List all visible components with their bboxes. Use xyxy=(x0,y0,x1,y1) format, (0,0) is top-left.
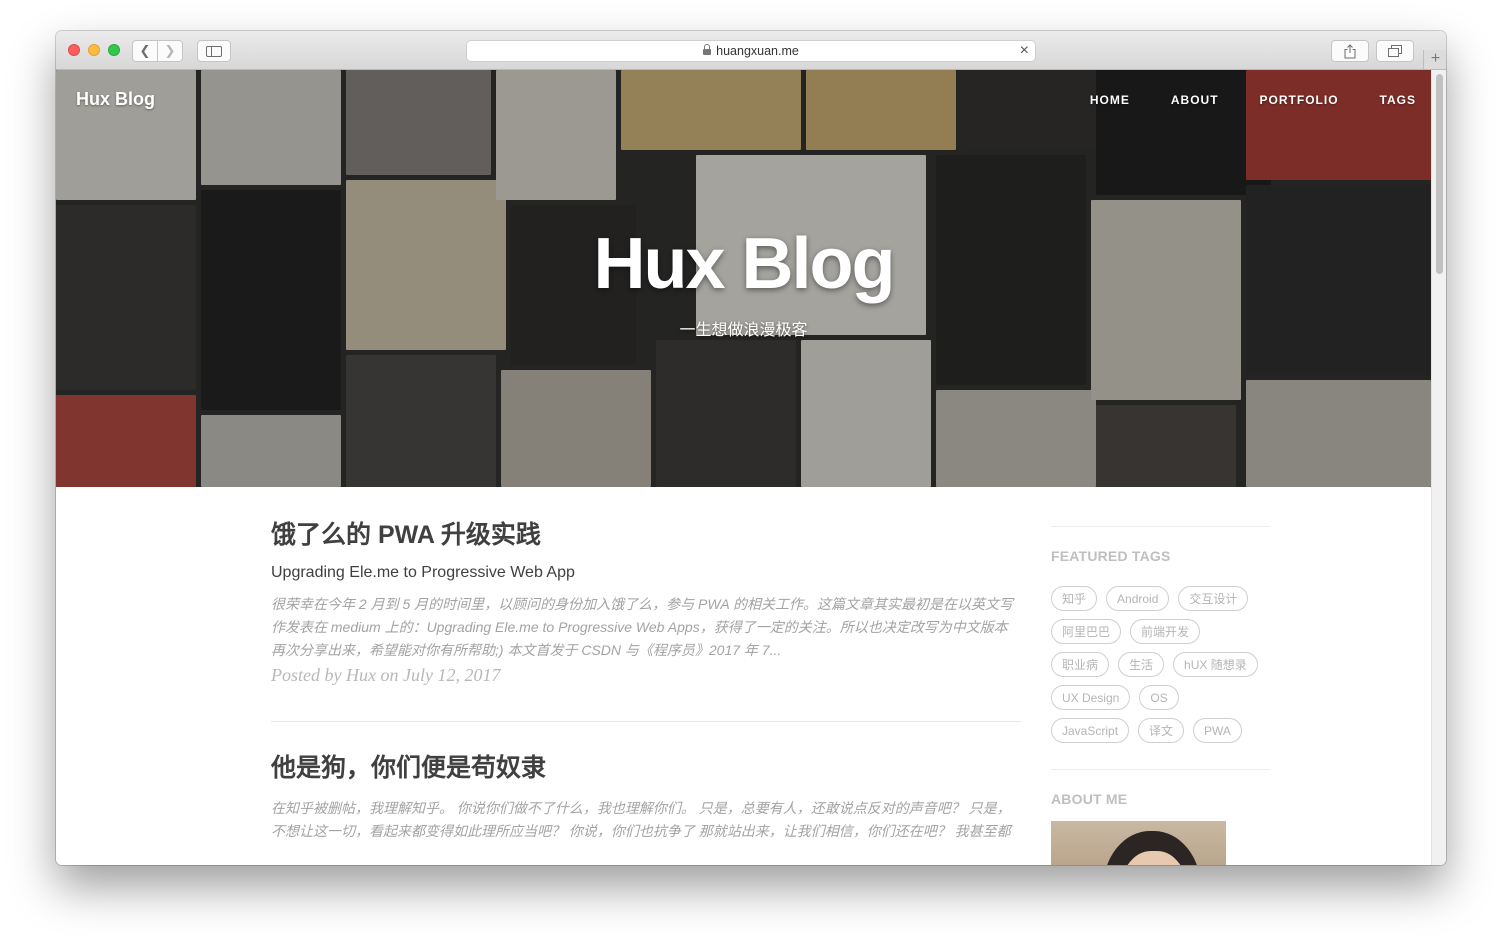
show-tabs-button[interactable] xyxy=(1376,40,1414,62)
post-preview[interactable]: 他是狗，你们便是苟奴隶 在知乎被删帖，我理解知乎。 你说你们做不了什么，我也理解… xyxy=(271,751,1021,843)
page-scrollbar[interactable] xyxy=(1431,70,1446,865)
tag-link[interactable]: 职业病 xyxy=(1051,652,1110,677)
avatar xyxy=(1051,821,1226,865)
sidebar-toggle-button[interactable] xyxy=(197,40,231,62)
tag-link[interactable]: hUX 随想录 xyxy=(1173,652,1258,677)
new-tab-button[interactable]: + xyxy=(1423,50,1446,69)
tag-link[interactable]: 生活 xyxy=(1118,652,1165,677)
close-icon[interactable]: × xyxy=(1020,43,1029,59)
tabs-icon xyxy=(1388,45,1402,57)
address-bar[interactable]: huangxuan.me × xyxy=(466,40,1036,62)
tag-link[interactable]: 前端开发 xyxy=(1130,619,1201,644)
tag-link[interactable]: UX Design xyxy=(1051,685,1131,710)
post-subtitle[interactable]: Upgrading Ele.me to Progressive Web App xyxy=(271,562,1021,584)
forward-button[interactable]: ❯ xyxy=(157,40,183,62)
chevron-left-icon: ❮ xyxy=(139,43,151,58)
post-excerpt: 在知乎被删帖，我理解知乎。 你说你们做不了什么，我也理解你们。 只是，总要有人，… xyxy=(271,800,1011,839)
url-text: huangxuan.me xyxy=(716,44,799,58)
featured-tags-heading: FEATURED TAGS xyxy=(1051,548,1171,564)
tag-link[interactable]: PWA xyxy=(1193,718,1242,743)
page-viewport: Hux Blog HOME ABOUT PORTFOLIO TAGS Hux B… xyxy=(56,70,1446,865)
tag-link[interactable]: 译文 xyxy=(1138,718,1185,743)
share-button[interactable] xyxy=(1331,40,1369,62)
tag-link[interactable]: 阿里巴巴 xyxy=(1051,619,1122,644)
minimize-window-button[interactable] xyxy=(88,44,100,56)
tag-link[interactable]: Android xyxy=(1106,586,1170,611)
post-divider xyxy=(271,721,1021,722)
scrollbar-thumb[interactable] xyxy=(1436,74,1443,274)
plus-icon: + xyxy=(1430,50,1441,67)
sidebar-divider xyxy=(1051,526,1270,527)
nav-about[interactable]: ABOUT xyxy=(1171,93,1219,107)
chevron-right-icon: ❯ xyxy=(164,43,176,58)
back-button[interactable]: ❮ xyxy=(132,40,158,62)
post-title[interactable]: 饿了么的 PWA 升级实践 xyxy=(271,518,1021,552)
post-list: 饿了么的 PWA 升级实践 Upgrading Ele.me to Progre… xyxy=(271,518,1021,843)
share-icon xyxy=(1344,43,1356,58)
tag-link[interactable]: OS xyxy=(1139,685,1179,710)
tag-link[interactable]: 交互设计 xyxy=(1178,586,1249,611)
sidebar-divider xyxy=(1051,769,1270,770)
top-navigation: HOME ABOUT PORTFOLIO TAGS xyxy=(1049,93,1416,107)
hero-subtitle: 一生想做浪漫极客 xyxy=(679,322,808,339)
sidebar: FEATURED TAGS 知乎 Android 交互设计 阿里巴巴 前端开发 … xyxy=(1051,526,1270,865)
site-brand-link[interactable]: Hux Blog xyxy=(76,89,155,110)
browser-toolbar: ❮ ❯ huangxuan.me × + xyxy=(56,31,1446,70)
tag-link[interactable]: JavaScript xyxy=(1051,718,1130,743)
lock-icon xyxy=(703,44,712,55)
nav-portfolio[interactable]: PORTFOLIO xyxy=(1260,93,1339,107)
nav-tags[interactable]: TAGS xyxy=(1380,93,1416,107)
post-preview[interactable]: 饿了么的 PWA 升级实践 Upgrading Ele.me to Progre… xyxy=(271,518,1021,686)
zoom-window-button[interactable] xyxy=(108,44,120,56)
about-me-heading: ABOUT ME xyxy=(1051,791,1128,807)
post-title[interactable]: 他是狗，你们便是苟奴隶 xyxy=(271,751,1021,785)
tag-link[interactable]: 知乎 xyxy=(1051,586,1098,611)
hero-header: Hux Blog HOME ABOUT PORTFOLIO TAGS Hux B… xyxy=(56,70,1431,487)
post-meta: Posted by Hux on July 12, 2017 xyxy=(271,665,501,685)
sidebar-icon xyxy=(206,45,222,57)
close-window-button[interactable] xyxy=(68,44,80,56)
hero-title: Hux Blog xyxy=(593,224,896,304)
browser-window: ❮ ❯ huangxuan.me × + Hux Blog HOME ABOUT… xyxy=(56,31,1446,865)
post-excerpt: 很荣幸在今年 2 月到 5 月的时间里，以顾问的身份加入饿了么，参与 PWA 的… xyxy=(271,596,1014,658)
nav-home[interactable]: HOME xyxy=(1090,93,1130,107)
featured-tags: 知乎 Android 交互设计 阿里巴巴 前端开发 职业病 生活 hUX 随想录… xyxy=(1051,586,1270,751)
